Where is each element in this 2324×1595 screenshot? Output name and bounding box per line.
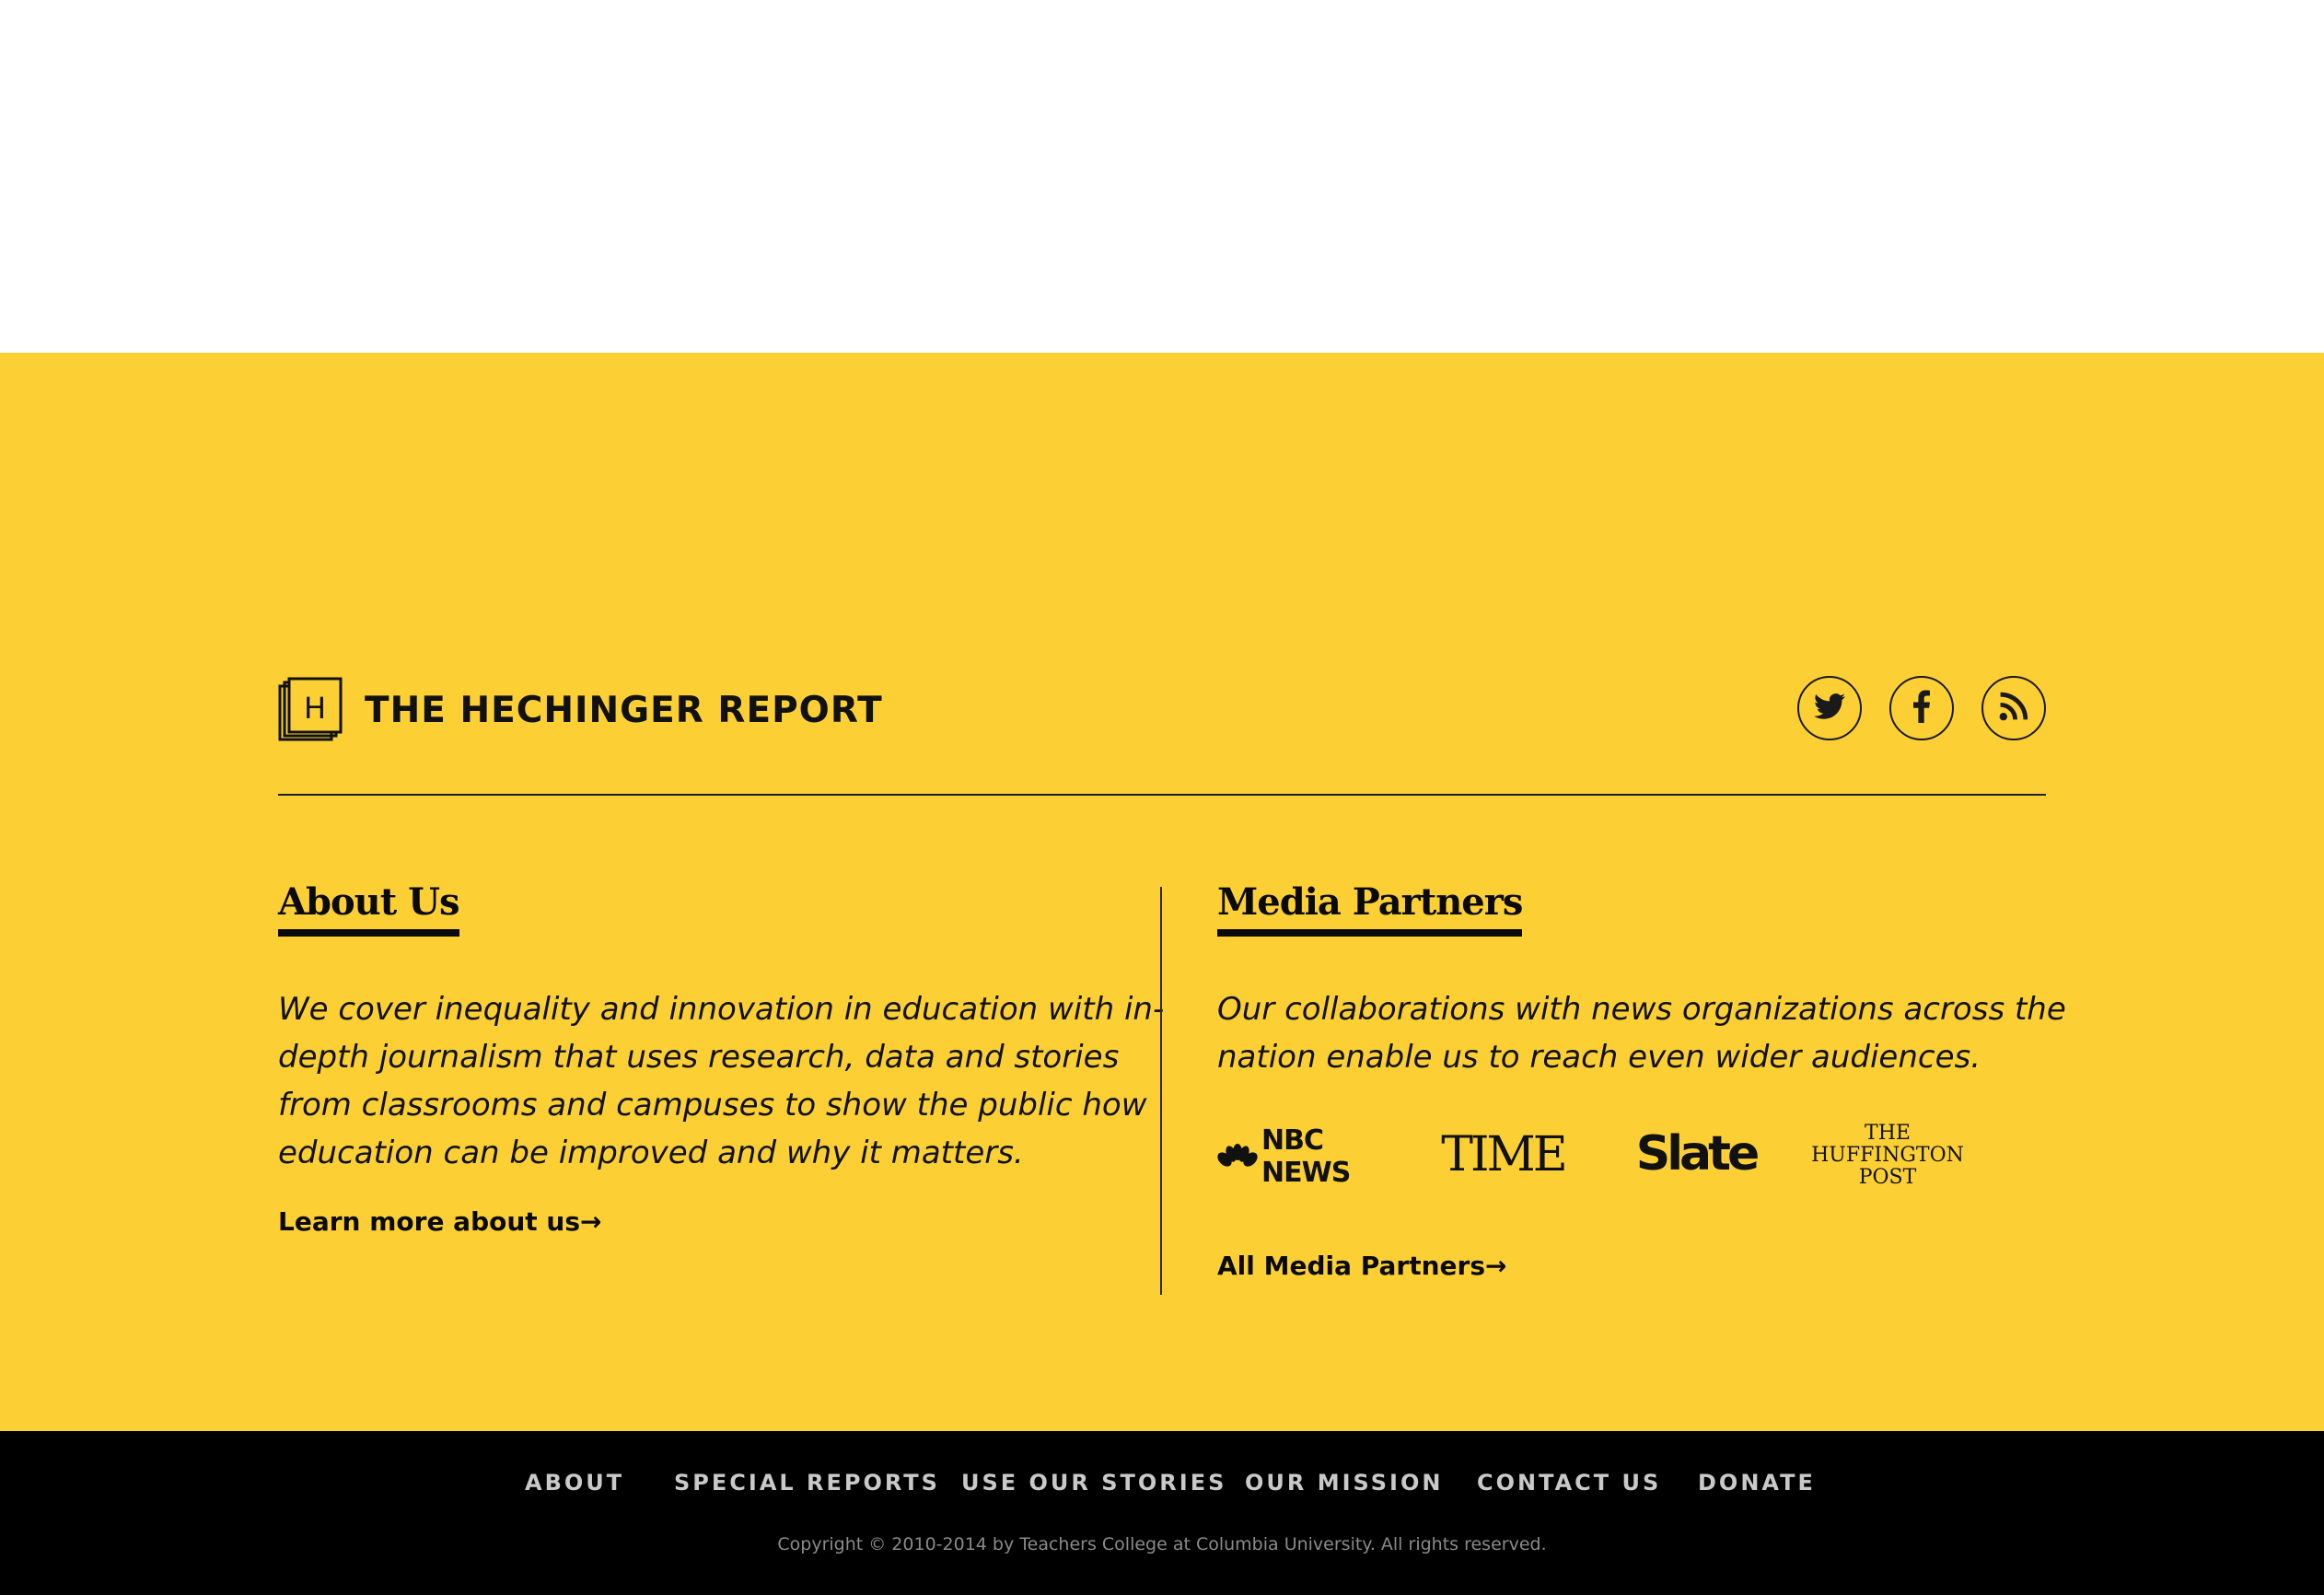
- footer-link-donate[interactable]: DONATE: [1698, 1470, 1816, 1496]
- partners-line: Our collaborations with news organizatio…: [1217, 991, 2066, 1028]
- footer-bar: [0, 1431, 2324, 1595]
- footer-link-our-mission[interactable]: OUR MISSION: [1245, 1470, 1443, 1496]
- about-us-description: We cover inequality and innovation in ed…: [278, 985, 1164, 1177]
- nbc-news-logo[interactable]: NBC NEWS: [1217, 1124, 1401, 1189]
- slate-text: Slate: [1635, 1126, 1760, 1182]
- rss-button[interactable]: [1981, 676, 2046, 740]
- slate-logo[interactable]: Slate: [1632, 1123, 1760, 1184]
- huffington-line: THE: [1865, 1122, 1911, 1145]
- all-media-partners-link[interactable]: All Media Partners→: [1217, 1251, 1506, 1281]
- partners-line: nation enable us to reach even wider aud…: [1217, 1039, 1981, 1076]
- arrow-right-icon: →: [580, 1206, 602, 1237]
- huffington-line: HUFFINGTON: [1811, 1144, 1964, 1167]
- time-logo[interactable]: TIME: [1441, 1125, 1567, 1184]
- facebook-icon: [1912, 690, 1931, 728]
- column-divider: [1160, 887, 1162, 1295]
- about-line: We cover inequality and innovation in ed…: [278, 991, 1165, 1028]
- brand-name: THE HECHINGER REPORT: [365, 689, 883, 731]
- facebook-button[interactable]: [1889, 676, 1954, 740]
- learn-more-link[interactable]: Learn more about us→: [278, 1206, 601, 1237]
- twitter-icon: [1814, 693, 1845, 725]
- huffington-post-logo[interactable]: THE HUFFINGTON POST: [1805, 1122, 1970, 1190]
- nbc-peacock-icon: [1217, 1143, 1258, 1170]
- copyright-text: Copyright © 2010-2014 by Teachers Colleg…: [777, 1534, 1547, 1554]
- about-line: education can be improved and why it mat…: [278, 1135, 1024, 1171]
- learn-more-label: Learn more about us: [278, 1206, 581, 1237]
- time-text: TIME: [1441, 1127, 1567, 1182]
- rss-icon: [1999, 692, 2028, 726]
- svg-text:H: H: [304, 691, 326, 726]
- footer-link-special-reports[interactable]: SPECIAL REPORTS: [674, 1470, 940, 1496]
- twitter-button[interactable]: [1797, 676, 1862, 740]
- about-us-heading: About Us: [278, 880, 460, 937]
- blank-top-area: [0, 0, 2324, 353]
- about-line: depth journalism that uses research, dat…: [278, 1039, 1120, 1076]
- hechinger-logo-icon: H: [278, 677, 343, 743]
- about-line: from classrooms and campuses to show the…: [278, 1087, 1147, 1123]
- footer-link-about[interactable]: ABOUT: [525, 1470, 624, 1496]
- divider-line: [278, 794, 2046, 796]
- huffington-line: POST: [1858, 1166, 1917, 1189]
- footer-link-contact-us[interactable]: CONTACT US: [1477, 1470, 1661, 1496]
- arrow-right-icon: →: [1485, 1251, 1507, 1281]
- media-partners-description: Our collaborations with news organizatio…: [1217, 985, 2066, 1081]
- nbc-news-text: NBC NEWS: [1261, 1124, 1351, 1189]
- footer-link-use-our-stories[interactable]: USE OUR STORIES: [961, 1470, 1226, 1496]
- all-media-partners-label: All Media Partners: [1217, 1251, 1486, 1281]
- brand-home-link[interactable]: H THE HECHINGER REPORT: [278, 676, 883, 744]
- media-partners-heading: Media Partners: [1217, 880, 1523, 937]
